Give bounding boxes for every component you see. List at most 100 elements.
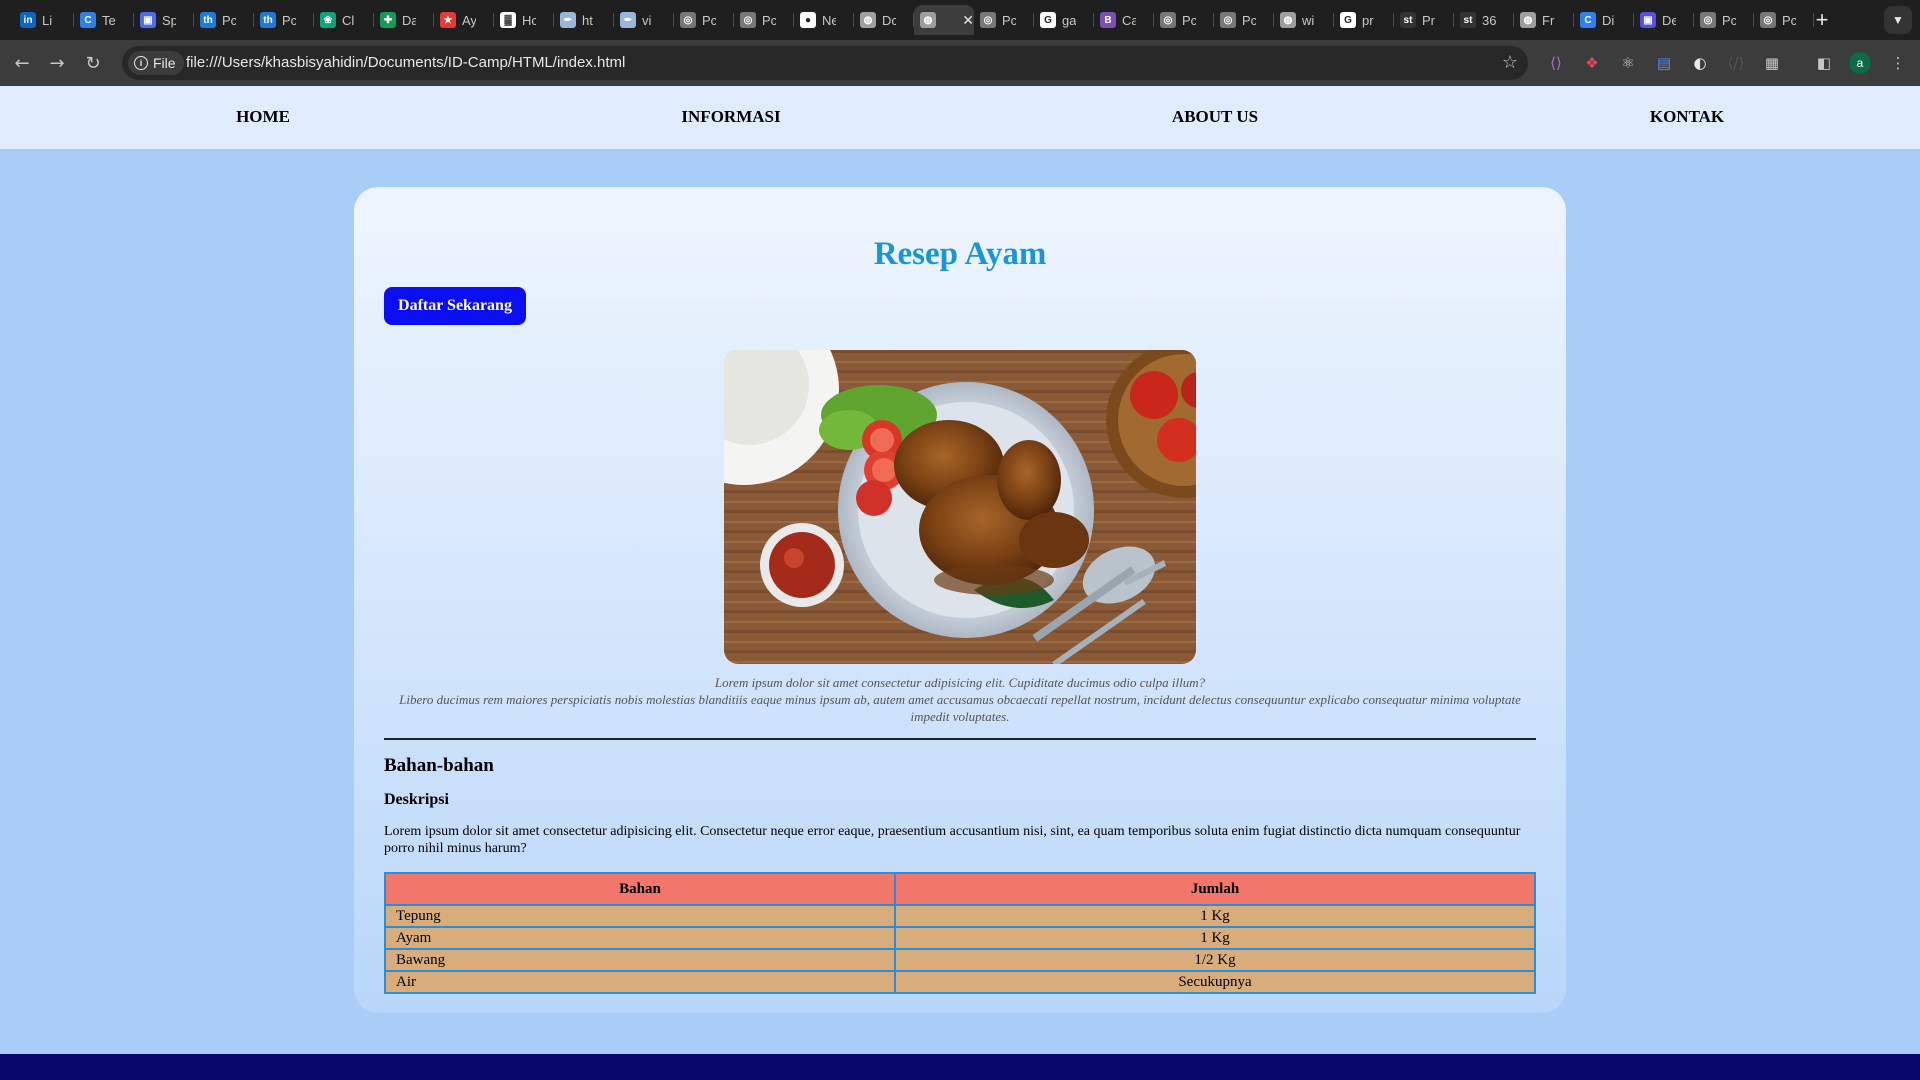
browser-tab[interactable]: ❀ Cl (314, 5, 374, 35)
bookmark-star-icon[interactable]: ☆ (1502, 52, 1518, 73)
browser-tab[interactable]: ◎ Pc (974, 5, 1034, 35)
ingredient-amount: 1 Kg (894, 904, 1536, 928)
browser-tab[interactable]: ▣ De (1634, 5, 1694, 35)
browser-tab[interactable]: ◍ Dc (854, 5, 914, 35)
tab-label: Da (402, 12, 416, 28)
forward-button[interactable]: → (43, 49, 71, 77)
tab-label: Pc (702, 12, 716, 28)
th-icon: th (260, 12, 276, 28)
tab-label: vi (642, 12, 652, 28)
ingredient-name: Tepung (384, 904, 896, 928)
browser-tab[interactable]: ★ Ay (434, 5, 494, 35)
code-extension-icon[interactable]: ⟨/⟩ (1725, 52, 1747, 74)
site-footer (0, 1054, 1920, 1080)
close-tab-icon[interactable]: ✕ (962, 12, 974, 29)
tab-label: Pr (1422, 12, 1435, 28)
page-title: Resep Ayam (873, 236, 1047, 272)
table-row: Air Secukupnya (384, 970, 1536, 994)
side-panel-icon[interactable]: ◧ (1813, 52, 1835, 74)
tab-label: 36 (1482, 12, 1496, 28)
table-row: Bawang 1/2 Kg (384, 948, 1536, 972)
reload-button[interactable]: ↻ (79, 49, 107, 77)
caption-line-1: Lorem ipsum dolor sit amet consectetur a… (714, 675, 1206, 690)
radio-icon: ◎ (1220, 12, 1236, 28)
browser-tab[interactable]: ▓ Hc (494, 5, 554, 35)
table-header-row: Bahan Jumlah (384, 872, 1536, 906)
clipboard-extension-icon[interactable]: ▤ (1653, 52, 1675, 74)
browser-tab[interactable]: in Li (14, 5, 74, 35)
app-icon: ▣ (1640, 12, 1656, 28)
tab-active[interactable]: ◍ ✕ (914, 5, 974, 35)
tab-search-button[interactable]: ▼ (1884, 6, 1912, 34)
browser-tab[interactable]: ✚ Da (374, 5, 434, 35)
radio-icon: ◎ (740, 12, 756, 28)
ingredient-name: Bawang (384, 948, 896, 972)
tab-label: Pc (222, 12, 236, 28)
nav-about-us-link[interactable]: ABOUT US (1172, 107, 1258, 127)
browser-tab[interactable]: ◎ Pc (734, 5, 794, 35)
browser-tab[interactable]: Gga (1034, 5, 1094, 35)
bootstrap-icon: B (1100, 12, 1116, 28)
wiki-icon: ✒ (620, 12, 636, 28)
browser-tab[interactable]: Gpr (1334, 5, 1394, 35)
browser-tab[interactable]: ◍ Fr (1514, 5, 1574, 35)
url-text[interactable]: file:///Users/khasbisyahidin/Documents/I… (186, 54, 625, 71)
address-bar[interactable]: i File file:///Users/khasbisyahidin/Docu… (122, 46, 1528, 80)
browser-tab[interactable]: C Te (74, 5, 134, 35)
browser-tab[interactable]: ✒ vi (614, 5, 674, 35)
browser-tab[interactable]: ✒ ht (554, 5, 614, 35)
browser-tab[interactable]: ▣ Sp (134, 5, 194, 35)
wiki-icon: ✒ (560, 12, 576, 28)
color-picker-icon[interactable]: ❖ (1581, 52, 1603, 74)
browser-tab[interactable]: C Di (1574, 5, 1634, 35)
site-chip-label: File (153, 55, 176, 71)
recipe-icon: ★ (440, 12, 456, 28)
ingredient-name: Ayam (384, 926, 896, 950)
browser-tab[interactable]: ● Ne (794, 5, 854, 35)
back-button[interactable]: ← (8, 49, 36, 77)
c-logo-icon: C (1580, 12, 1596, 28)
site-info-chip[interactable]: i File (128, 51, 184, 75)
site-navbar: HOME INFORMASI ABOUT US KONTAK (0, 86, 1920, 149)
browser-tab[interactable]: ◎ Pc (674, 5, 734, 35)
dark-reader-icon[interactable]: ◐ (1689, 52, 1711, 74)
tab-label: wi (1302, 12, 1315, 28)
browser-tab[interactable]: ◎ Pc (1754, 5, 1814, 35)
tab-label: De (1662, 12, 1676, 28)
react-devtools-icon[interactable]: ⚛ (1617, 52, 1639, 74)
tab-label: Dc (882, 12, 896, 28)
linkedin-icon: in (20, 12, 36, 28)
profile-avatar[interactable]: a (1849, 52, 1871, 74)
nav-home-link[interactable]: HOME (236, 107, 290, 127)
google-icon: G (1040, 12, 1056, 28)
arrow-left-icon: ← (14, 52, 30, 74)
radio-icon: ◎ (1760, 12, 1776, 28)
tab-label: Fr (1542, 12, 1555, 28)
daftar-sekarang-button[interactable]: Daftar Sekarang (384, 287, 526, 325)
extension-brackets-icon[interactable]: ⟨⟩ (1545, 52, 1567, 74)
tab-label: Hc (522, 12, 536, 28)
browser-tab[interactable]: ◎ Pc (1694, 5, 1754, 35)
browser-tab[interactable]: th Pc (194, 5, 254, 35)
browser-tab[interactable]: st Pr (1394, 5, 1454, 35)
st-icon: st (1400, 12, 1416, 28)
browser-tab[interactable]: B Ca (1094, 5, 1154, 35)
nav-informasi-link[interactable]: INFORMASI (681, 107, 780, 127)
browser-tab[interactable]: th Pc (254, 5, 314, 35)
browser-tab[interactable]: ◍ wi (1274, 5, 1334, 35)
description-text: Lorem ipsum dolor sit amet consectetur a… (384, 824, 1521, 856)
browser-tab[interactable]: st 36 (1454, 5, 1514, 35)
description-heading: Deskripsi (384, 791, 449, 808)
tab-label: Ay (462, 12, 476, 28)
puzzle-extensions-icon[interactable]: ▦ (1761, 52, 1783, 74)
browser-tab[interactable]: ◎ Pc (1154, 5, 1214, 35)
radio-icon: ◎ (980, 12, 996, 28)
browser-tab[interactable]: ◎ Pc (1214, 5, 1274, 35)
globe-icon: ◍ (1520, 12, 1536, 28)
tab-label: ht (582, 12, 593, 28)
new-tab-button[interactable]: + (1808, 6, 1836, 34)
tab-label: ga (1062, 12, 1076, 28)
nav-kontak-link[interactable]: KONTAK (1650, 107, 1724, 127)
kebab-menu-icon[interactable]: ⋮ (1887, 52, 1909, 74)
tab-label: Di (1602, 12, 1615, 28)
